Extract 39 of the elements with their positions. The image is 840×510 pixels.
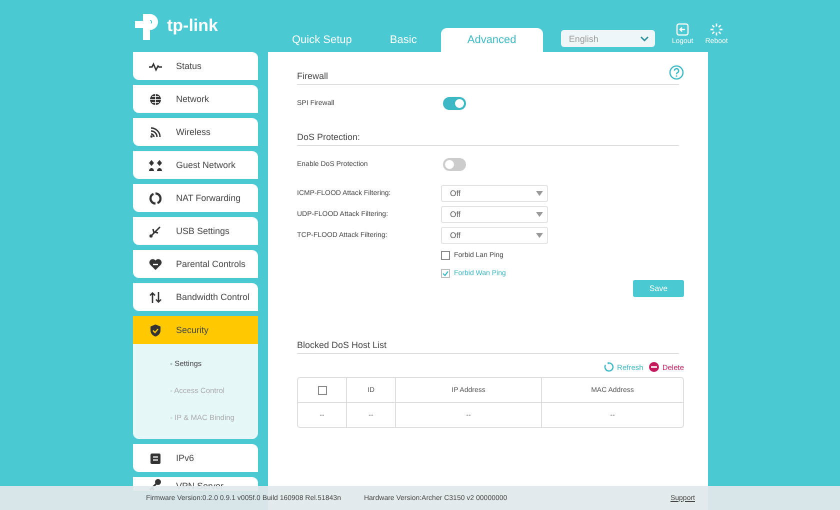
- sidebar-item[interactable]: USB Settings: [133, 217, 258, 245]
- delete-icon: [649, 362, 660, 372]
- sidebar-item[interactable]: Wireless: [133, 118, 258, 146]
- dropdown-arrow-icon: [536, 191, 543, 196]
- usb-icon: [149, 224, 162, 238]
- chevron-icon: [640, 36, 649, 42]
- select-field[interactable]: Off: [441, 206, 548, 223]
- toggle-switch[interactable]: [443, 96, 466, 110]
- heart-icon: [149, 258, 162, 270]
- sidebar-item[interactable]: Security: [133, 316, 258, 344]
- toggle-switch[interactable]: [443, 158, 466, 170]
- help-icon[interactable]: [669, 65, 684, 80]
- up-down-arrows-icon: [149, 290, 162, 304]
- refresh-icon: [604, 362, 614, 372]
- check-icon: [442, 270, 449, 277]
- sidebar-item[interactable]: IPv6: [133, 444, 258, 472]
- section-title: DoS Protection:: [297, 132, 360, 142]
- section-title: Firewall: [297, 71, 328, 81]
- sidebar-item[interactable]: Parental Controls: [133, 250, 258, 278]
- dropdown-arrow-icon: [536, 212, 543, 217]
- sidebar-item[interactable]: Network: [133, 85, 258, 113]
- signal-icon: [149, 126, 162, 138]
- brand-logo: tp-link: [167, 16, 218, 36]
- document-icon: [149, 452, 162, 464]
- select-field[interactable]: Off: [441, 227, 548, 244]
- people-icon: [149, 158, 162, 172]
- cycle-icon: [149, 192, 162, 204]
- reboot-icon: [710, 23, 724, 36]
- shield-icon: [149, 324, 162, 336]
- section-title: Blocked DoS Host List: [297, 340, 387, 350]
- dropdown-arrow-icon: [536, 233, 543, 238]
- sidebar-item[interactable]: Bandwidth Control: [133, 283, 258, 311]
- select-field[interactable]: Off: [441, 185, 548, 202]
- sidebar-item[interactable]: NAT Forwarding: [133, 184, 258, 212]
- logout-icon: [676, 23, 690, 36]
- globe-icon: [149, 92, 162, 106]
- sidebar-item[interactable]: Status: [133, 52, 258, 80]
- checkbox[interactable]: [318, 386, 326, 394]
- sidebar-item[interactable]: Guest Network: [133, 151, 258, 179]
